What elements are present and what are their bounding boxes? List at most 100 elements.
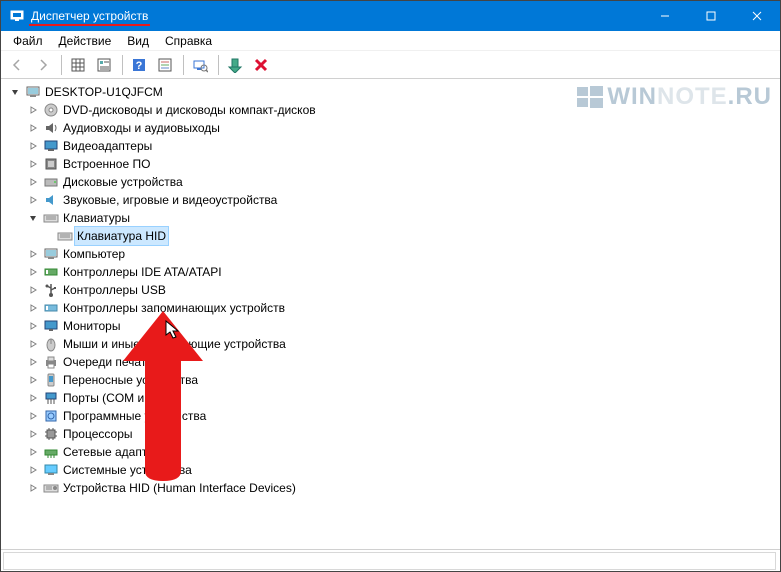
tree-category[interactable]: Встроенное ПО — [9, 155, 780, 173]
category-icon — [43, 210, 59, 226]
tree-category[interactable]: Аудиовходы и аудиовыходы — [9, 119, 780, 137]
tree-category-label: Контроллеры USB — [63, 281, 166, 299]
chevron-right-icon[interactable] — [27, 392, 39, 404]
tree-category[interactable]: Очереди печати — [9, 353, 780, 371]
tree-category-label: Процессоры — [63, 425, 133, 443]
chevron-right-icon[interactable] — [27, 194, 39, 206]
tree-device-label: Клавиатура HID — [74, 226, 169, 246]
update-driver-button[interactable] — [223, 53, 247, 77]
chevron-right-icon[interactable] — [27, 176, 39, 188]
menu-help[interactable]: Справка — [157, 32, 220, 50]
chevron-right-icon[interactable] — [27, 158, 39, 170]
chevron-right-icon[interactable] — [27, 410, 39, 422]
chevron-right-icon[interactable] — [27, 446, 39, 458]
toolbar-separator — [218, 55, 219, 75]
tree-category[interactable]: Контроллеры IDE ATA/ATAPI — [9, 263, 780, 281]
tree-category[interactable]: Компьютер — [9, 245, 780, 263]
tree-category[interactable]: Процессоры — [9, 425, 780, 443]
tree-category-label: Встроенное ПО — [63, 155, 150, 173]
category-icon — [43, 246, 59, 262]
action-panel-button[interactable] — [153, 53, 177, 77]
back-button[interactable] — [5, 53, 29, 77]
menu-action[interactable]: Действие — [51, 32, 120, 50]
category-icon — [43, 372, 59, 388]
tree-category[interactable]: Системные устройства — [9, 461, 780, 479]
menu-bar: Файл Действие Вид Справка — [1, 31, 780, 51]
chevron-right-icon[interactable] — [27, 248, 39, 260]
tree-category[interactable]: DVD-дисководы и дисководы компакт-дисков — [9, 101, 780, 119]
tree-category[interactable]: Контроллеры USB — [9, 281, 780, 299]
chevron-right-icon[interactable] — [27, 482, 39, 494]
chevron-right-icon[interactable] — [27, 374, 39, 386]
tree-category[interactable]: Видеоадаптеры — [9, 137, 780, 155]
chevron-right-icon[interactable] — [27, 266, 39, 278]
scan-hardware-button[interactable] — [188, 53, 212, 77]
category-icon — [43, 282, 59, 298]
tree-root[interactable]: DESKTOP-U1QJFCM — [9, 83, 780, 101]
tree-category[interactable]: Звуковые, игровые и видеоустройства — [9, 191, 780, 209]
tree-category-label: Очереди печати — [63, 353, 153, 371]
category-icon — [43, 318, 59, 334]
chevron-right-icon[interactable] — [27, 140, 39, 152]
tree-category-label: Сетевые адаптеры — [63, 443, 169, 461]
category-icon — [43, 102, 59, 118]
device-tree[interactable]: WINNOTE.RU DESKTOP-U1QJFCM DVD-дисководы… — [1, 79, 780, 549]
chevron-down-icon[interactable] — [27, 212, 39, 224]
tree-category-label: Звуковые, игровые и видеоустройства — [63, 191, 277, 209]
category-icon — [43, 336, 59, 352]
highlight-underline — [29, 24, 150, 26]
tree-category-label: Устройства HID (Human Interface Devices) — [63, 479, 296, 497]
category-icon — [43, 480, 59, 496]
category-icon — [43, 390, 59, 406]
uninstall-button[interactable] — [249, 53, 273, 77]
tree-category[interactable]: Порты (COM и LPT) — [9, 389, 780, 407]
category-icon — [43, 444, 59, 460]
tree-category[interactable]: Дисковые устройства — [9, 173, 780, 191]
chevron-down-icon[interactable] — [9, 86, 21, 98]
tree-category[interactable]: Программные устройства — [9, 407, 780, 425]
tree-category-label: Клавиатуры — [63, 209, 130, 227]
category-icon — [43, 192, 59, 208]
tree-category[interactable]: Устройства HID (Human Interface Devices) — [9, 479, 780, 497]
tree-category[interactable]: Клавиатуры — [9, 209, 780, 227]
forward-button[interactable] — [31, 53, 55, 77]
tree-device[interactable]: Клавиатура HID — [9, 227, 780, 245]
chevron-right-icon[interactable] — [27, 356, 39, 368]
chevron-right-icon[interactable] — [27, 428, 39, 440]
chevron-right-icon[interactable] — [27, 302, 39, 314]
svg-text:?: ? — [136, 60, 143, 72]
app-icon — [9, 8, 25, 24]
maximize-button[interactable] — [688, 1, 734, 31]
computer-icon — [25, 84, 41, 100]
tree-category[interactable]: Контроллеры запоминающих устройств — [9, 299, 780, 317]
category-icon — [43, 354, 59, 370]
help-button[interactable]: ? — [127, 53, 151, 77]
category-icon — [43, 300, 59, 316]
properties-button[interactable] — [92, 53, 116, 77]
tree-category[interactable]: Мониторы — [9, 317, 780, 335]
tree-category-label: Аудиовходы и аудиовыходы — [63, 119, 220, 137]
chevron-right-icon[interactable] — [27, 320, 39, 332]
menu-file[interactable]: Файл — [5, 32, 51, 50]
chevron-right-icon[interactable] — [27, 104, 39, 116]
tree-category[interactable]: Сетевые адаптеры — [9, 443, 780, 461]
category-icon — [43, 156, 59, 172]
tree-category-label: Компьютер — [63, 245, 125, 263]
toolbar-separator — [61, 55, 62, 75]
toolbar-separator — [183, 55, 184, 75]
menu-view[interactable]: Вид — [119, 32, 157, 50]
details-button[interactable] — [66, 53, 90, 77]
tree-category-label: Контроллеры запоминающих устройств — [63, 299, 285, 317]
chevron-right-icon[interactable] — [27, 464, 39, 476]
chevron-right-icon[interactable] — [27, 338, 39, 350]
close-button[interactable] — [734, 1, 780, 31]
tree-category[interactable]: Мыши и иные указывающие устройства — [9, 335, 780, 353]
chevron-right-icon[interactable] — [27, 122, 39, 134]
minimize-button[interactable] — [642, 1, 688, 31]
status-bar — [1, 549, 780, 571]
category-icon — [43, 174, 59, 190]
tree-category[interactable]: Переносные устройства — [9, 371, 780, 389]
category-icon — [43, 408, 59, 424]
chevron-right-icon[interactable] — [27, 284, 39, 296]
tree-category-label: Системные устройства — [63, 461, 192, 479]
